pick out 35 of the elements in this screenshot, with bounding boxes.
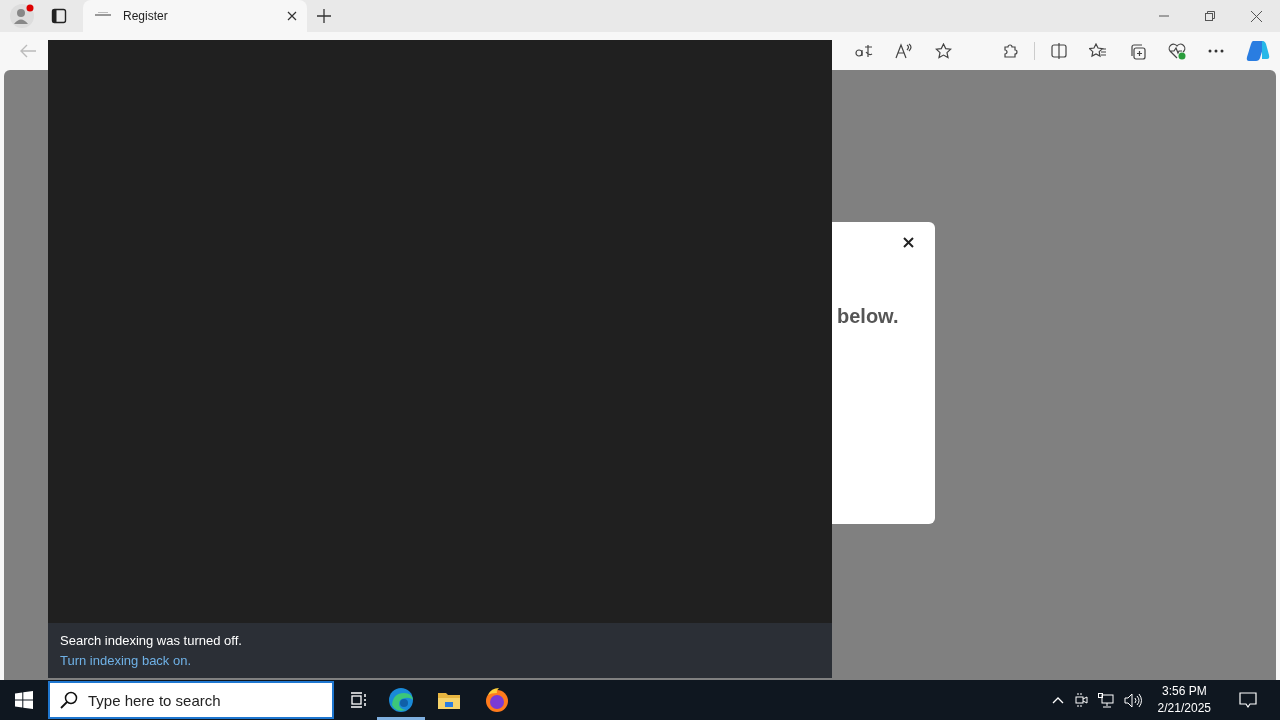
heart-pulse-icon[interactable]	[1168, 42, 1186, 60]
taskbar-search-field[interactable]: Type here to search	[48, 681, 334, 719]
browser-tab[interactable]: Register	[83, 0, 307, 32]
favorites-icon[interactable]	[1089, 43, 1107, 59]
tab-actions-icon[interactable]	[51, 8, 67, 24]
chevron-up-icon[interactable]	[1051, 696, 1064, 704]
search-icon	[60, 691, 78, 709]
dialog-text: below.	[837, 305, 899, 328]
speaker-icon[interactable]	[1123, 692, 1142, 708]
notice-message: Search indexing was turned off.	[60, 633, 243, 648]
puzzle-icon[interactable]	[1002, 43, 1018, 59]
close-icon[interactable]	[1251, 10, 1262, 22]
wave-logo-icon	[388, 687, 414, 713]
read-aloud-icon[interactable]	[895, 43, 913, 59]
close-icon[interactable]	[903, 237, 914, 248]
task-view-icon[interactable]	[350, 692, 368, 708]
restore-icon[interactable]	[1205, 11, 1215, 21]
clock-date: 2/21/2025	[1157, 700, 1211, 717]
notifications-icon[interactable]	[1239, 691, 1257, 709]
close-icon[interactable]	[287, 11, 297, 21]
network-icon[interactable]	[1097, 692, 1114, 708]
clock-time: 3:56 PM	[1161, 683, 1207, 700]
new-tab-icon[interactable]	[317, 9, 331, 23]
split-screen-icon[interactable]	[1051, 43, 1067, 59]
more-icon[interactable]	[1208, 49, 1224, 53]
folder-icon	[437, 690, 461, 710]
collections-icon[interactable]	[1129, 42, 1146, 60]
star-icon[interactable]	[935, 43, 952, 59]
camera-icon[interactable]	[1073, 692, 1088, 708]
profile-icon[interactable]	[9, 3, 35, 29]
clock[interactable]: 3:56 PM 2/21/2025	[1157, 683, 1211, 717]
tab-title: Register	[123, 9, 168, 23]
fox-globe-icon	[484, 687, 510, 713]
turn-indexing-link[interactable]: Turn indexing back on.	[60, 653, 192, 668]
windows-start-icon[interactable]	[15, 691, 33, 709]
